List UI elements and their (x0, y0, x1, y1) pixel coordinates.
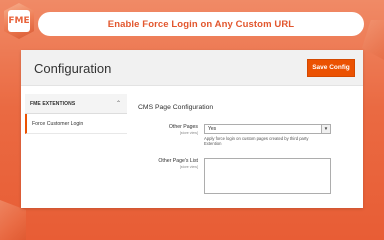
fme-logo: FME (4, 3, 34, 39)
dropdown-arrow-icon: ▼ (321, 125, 330, 133)
config-sidebar: FME EXTENTIONS ⌃ Force Customer Login (25, 94, 127, 134)
chevron-up-icon: ⌃ (115, 100, 121, 107)
sidebar-group-fme-extentions[interactable]: FME EXTENTIONS ⌃ (25, 94, 127, 114)
banner-title: Enable Force Login on Any Custom URL (107, 18, 295, 30)
page-title: Configuration (34, 61, 112, 76)
sidebar-group-label: FME EXTENTIONS (30, 100, 76, 107)
title-banner: Enable Force Login on Any Custom URL (38, 12, 364, 36)
other-pages-list-textarea[interactable] (204, 158, 331, 194)
scope-label: [store view] (179, 165, 198, 169)
decorative-cube-right (362, 20, 384, 60)
save-config-button[interactable]: Save Config (307, 59, 355, 77)
field-label-group: Other Pages [store view] (138, 124, 198, 135)
sidebar-item-force-customer-login[interactable]: Force Customer Login (25, 114, 127, 134)
field-note: Apply force login on custom pages create… (204, 136, 309, 147)
config-content: CMS Page Configuration Other Pages [stor… (138, 104, 338, 194)
scope-label: [store view] (179, 131, 198, 135)
logo-mark: FME (8, 10, 30, 32)
page-header: Configuration Save Config (21, 50, 363, 86)
other-pages-select[interactable]: Yes ▼ (204, 124, 331, 134)
field-label: Other Pages (168, 124, 198, 130)
field-label-group: Other Page's List [store view] (138, 158, 198, 169)
select-value: Yes (208, 126, 217, 132)
field-label: Other Page's List (158, 158, 198, 164)
admin-panel: Configuration Save Config FME EXTENTIONS… (21, 50, 363, 208)
section-title: CMS Page Configuration (138, 104, 214, 111)
sidebar-item-label: Force Customer Login (32, 120, 84, 127)
